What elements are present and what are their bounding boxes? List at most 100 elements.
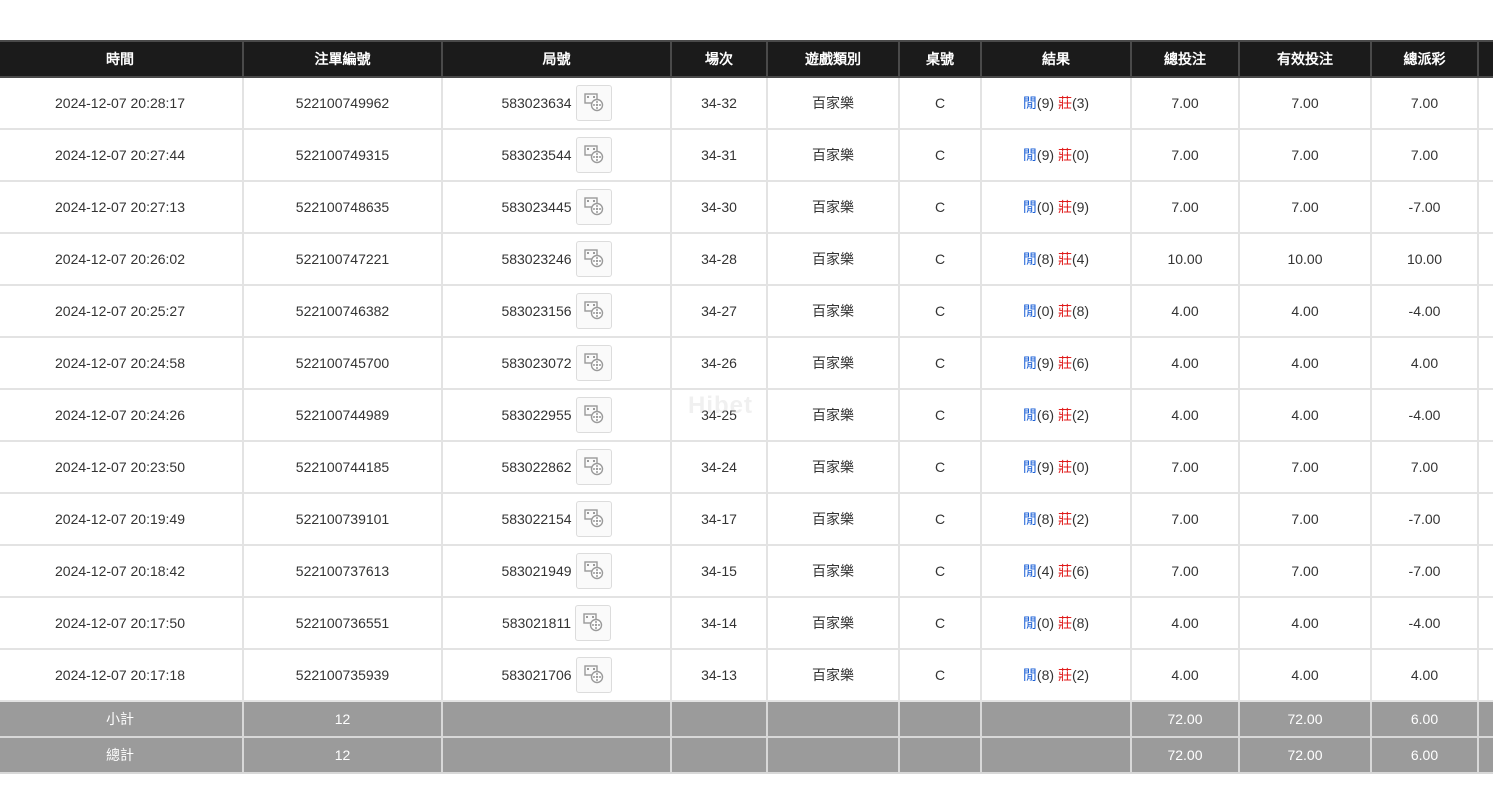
header-payout: 總派彩 [1370,40,1479,78]
bet-history-page: 時間 注單編號 局號 場次 遊戲類別 桌號 結果 總投注 有效投注 總派彩 20… [0,0,1493,806]
replay-video-icon[interactable] [575,189,612,225]
result-player-value: (4) [1036,563,1055,579]
grandtotal-row: 總計 12 72.00 72.00 6.00 [0,736,1493,774]
cell-extra [1477,544,1493,598]
cell-payout: -4.00 [1370,388,1479,442]
round-number-text: 583023634 [501,95,572,111]
grandtotal-count: 12 [242,736,443,774]
replay-video-icon[interactable] [575,241,612,277]
replay-video-icon[interactable] [575,657,612,693]
header-extra [1477,40,1493,78]
grandtotal-payout: 6.00 [1370,736,1479,774]
cell-extra [1477,388,1493,442]
cell-round-number: 583022955 [441,388,672,442]
round-number-text: 583022862 [501,459,572,475]
result-player-label: 閒 [1022,251,1037,267]
cell-shoe: 34-31 [670,128,768,182]
cell-shoe: 34-15 [670,544,768,598]
result-banker-label: 莊 [1057,147,1072,163]
cell-time: 2024-12-07 20:25:27 [0,284,244,338]
cell-payout: -7.00 [1370,492,1479,546]
replay-video-icon[interactable] [575,397,612,433]
result-banker-label: 莊 [1057,615,1072,631]
cell-table-number: C [898,76,982,130]
cell-valid-bet: 4.00 [1238,284,1372,338]
cell-round-number: 583023634 [441,76,672,130]
subtotal-label: 小計 [0,700,244,738]
result-player-value: (6) [1036,407,1055,423]
replay-video-icon[interactable] [575,345,612,381]
replay-video-icon[interactable] [575,85,612,121]
subtotal-empty-cell [670,700,768,738]
table-row: 2024-12-07 20:23:50 522100744185 583022862… [0,440,1493,494]
round-number-text: 583022955 [501,407,572,423]
cell-total-bet[interactable]: 7.00 [1130,76,1240,130]
cell-total-bet[interactable]: 7.00 [1130,544,1240,598]
result-banker-label: 莊 [1057,407,1072,423]
cell-result: 閒(4) 莊(6) [980,544,1132,598]
cell-table-number: C [898,492,982,546]
cell-total-bet[interactable]: 7.00 [1130,180,1240,234]
cell-game-type: 百家樂 [766,440,900,494]
cell-total-bet[interactable]: 7.00 [1130,440,1240,494]
result-banker-label: 莊 [1057,511,1072,527]
cell-total-bet[interactable]: 4.00 [1130,388,1240,442]
cell-shoe: 34-32 [670,76,768,130]
cell-game-type: 百家樂 [766,544,900,598]
table-row: 2024-12-07 20:17:18 522100735939 583021706… [0,648,1493,702]
grandtotal-empty-cell [670,736,768,774]
subtotal-total-bet: 72.00 [1130,700,1240,738]
table-row: 2024-12-07 20:19:49 522100739101 583022154… [0,492,1493,546]
grandtotal-valid-bet: 72.00 [1238,736,1372,774]
subtotal-row: 小計 12 72.00 72.00 6.00 [0,700,1493,738]
header-bet-number: 注單編號 [242,40,443,78]
replay-video-icon[interactable] [575,293,612,329]
result-player-label: 閒 [1022,147,1037,163]
cell-valid-bet: 4.00 [1238,336,1372,390]
header-shoe: 場次 [670,40,768,78]
cell-time: 2024-12-07 20:27:44 [0,128,244,182]
result-player-value: (9) [1036,355,1055,371]
cell-bet-number: 522100737613 [242,544,443,598]
replay-video-icon[interactable] [575,137,612,173]
result-player-value: (8) [1036,667,1055,683]
replay-video-icon[interactable] [575,553,612,589]
table-body: 2024-12-07 20:28:17 522100749962 583023634… [0,76,1493,702]
subtotal-payout: 6.00 [1370,700,1479,738]
replay-video-icon[interactable] [575,449,612,485]
subtotal-empty-cell [441,700,672,738]
round-number-text: 583023445 [501,199,572,215]
subtotal-empty-cell [898,700,982,738]
cell-total-bet[interactable]: 4.00 [1130,284,1240,338]
cell-total-bet[interactable]: 4.00 [1130,596,1240,650]
result-player-value: (0) [1036,615,1055,631]
cell-total-bet[interactable]: 7.00 [1130,128,1240,182]
round-number-text: 583023246 [501,251,572,267]
result-player-value: (0) [1036,303,1055,319]
result-player-label: 閒 [1022,303,1037,319]
cell-payout: 10.00 [1370,232,1479,286]
replay-video-icon[interactable] [575,501,612,537]
cell-total-bet[interactable]: 10.00 [1130,232,1240,286]
cell-result: 閒(9) 莊(3) [980,76,1132,130]
cell-time: 2024-12-07 20:19:49 [0,492,244,546]
cell-game-type: 百家樂 [766,648,900,702]
cell-total-bet[interactable]: 7.00 [1130,492,1240,546]
result-banker-value: (9) [1071,199,1090,215]
result-banker-value: (6) [1071,355,1090,371]
cell-game-type: 百家樂 [766,76,900,130]
replay-video-icon[interactable] [575,605,612,641]
cell-total-bet[interactable]: 4.00 [1130,648,1240,702]
cell-total-bet[interactable]: 4.00 [1130,336,1240,390]
round-number-text: 583023544 [501,147,572,163]
table-row: 2024-12-07 20:26:02 522100747221 583023246… [0,232,1493,286]
cell-payout: -4.00 [1370,284,1479,338]
cell-shoe: 34-17 [670,492,768,546]
cell-game-type: 百家樂 [766,232,900,286]
grandtotal-empty-cell [980,736,1132,774]
cell-table-number: C [898,648,982,702]
subtotal-empty-cell [1477,700,1493,738]
cell-game-type: 百家樂 [766,388,900,442]
result-banker-value: (8) [1071,615,1090,631]
table-header-row: 時間 注單編號 局號 場次 遊戲類別 桌號 結果 總投注 有效投注 總派彩 [0,40,1493,78]
